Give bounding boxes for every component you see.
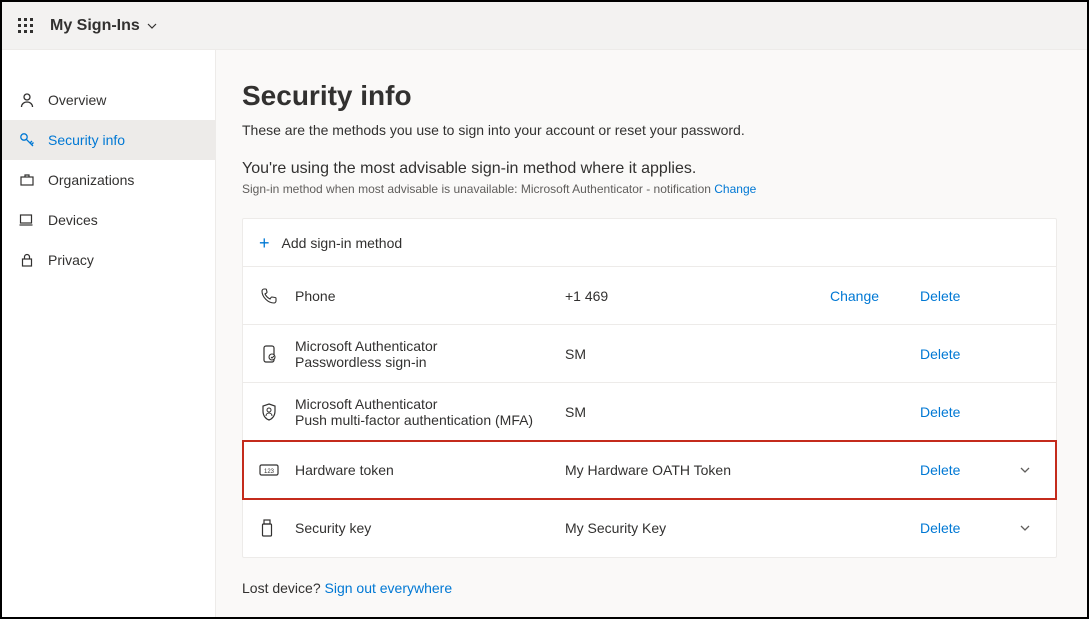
sign-out-everywhere-link[interactable]: Sign out everywhere [325,580,453,596]
advisable-subtitle: Sign-in method when most advisable is un… [242,182,1057,196]
sidebar-item-security-info[interactable]: Security info [2,120,215,160]
sidebar-item-organizations[interactable]: Organizations [2,160,215,200]
method-name: Phone [295,288,565,304]
method-value: SM [565,346,830,362]
usb-key-icon [259,518,295,538]
chevron-down-icon [146,20,158,32]
add-sign-in-method-button[interactable]: + Add sign-in method [243,219,1056,267]
delete-link[interactable]: Delete [920,462,960,478]
delete-link[interactable]: Delete [920,346,960,362]
top-header: My Sign-Ins [2,2,1087,50]
delete-link[interactable]: Delete [920,404,960,420]
change-link[interactable]: Change [830,288,879,304]
method-name: Security key [295,520,565,536]
page-subtitle: These are the methods you use to sign in… [242,122,1057,138]
method-row-hardware-token: 123 Hardware token My Hardware OATH Toke… [243,441,1056,499]
authenticator-icon [259,344,295,364]
method-value: SM [565,404,830,420]
sidebar: Overview Security info Organizations Dev… [2,50,216,617]
method-name: Hardware token [295,462,565,478]
delete-link[interactable]: Delete [920,288,960,304]
method-row-phone: Phone +1 469 Change Delete [243,267,1056,325]
add-method-label: Add sign-in method [282,235,403,251]
sidebar-item-label: Overview [48,92,106,108]
sidebar-item-privacy[interactable]: Privacy [2,240,215,280]
chevron-down-icon [1018,521,1032,535]
delete-link[interactable]: Delete [920,520,960,536]
svg-text:123: 123 [264,469,275,475]
sidebar-item-overview[interactable]: Overview [2,80,215,120]
main-content: Security info These are the methods you … [216,50,1087,617]
app-title-text: My Sign-Ins [50,17,140,35]
authenticator-shield-icon [259,402,295,422]
person-icon [18,91,36,109]
advisable-title: You're using the most advisable sign-in … [242,160,1057,178]
expand-chevron[interactable] [1010,521,1040,535]
key-icon [18,131,36,149]
sidebar-item-label: Privacy [48,252,94,268]
phone-icon [259,286,295,306]
sidebar-item-label: Devices [48,212,98,228]
expand-chevron[interactable] [1010,463,1040,477]
method-value: +1 469 [565,288,830,304]
lost-device-text: Lost device? Sign out everywhere [242,580,1057,596]
method-value: My Hardware OATH Token [565,462,830,478]
hardware-token-icon: 123 [259,462,295,478]
plus-icon: + [259,234,270,252]
method-row-authenticator-push: Microsoft Authenticator Push multi-facto… [243,383,1056,441]
chevron-down-icon [1018,463,1032,477]
method-row-security-key: Security key My Security Key Delete [243,499,1056,557]
devices-icon [18,211,36,229]
method-name: Microsoft Authenticator Push multi-facto… [295,396,565,428]
lock-icon [18,251,36,269]
methods-card: + Add sign-in method Phone +1 469 Change… [242,218,1057,558]
sidebar-item-label: Organizations [48,172,134,188]
sidebar-item-devices[interactable]: Devices [2,200,215,240]
change-default-link[interactable]: Change [714,182,756,196]
page-title: Security info [242,80,1057,112]
method-name: Microsoft Authenticator Passwordless sig… [295,338,565,370]
app-title-dropdown[interactable]: My Sign-Ins [50,17,158,35]
method-value: My Security Key [565,520,830,536]
briefcase-icon [18,171,36,189]
method-row-authenticator-passwordless: Microsoft Authenticator Passwordless sig… [243,325,1056,383]
waffle-icon[interactable] [18,18,34,34]
sidebar-item-label: Security info [48,132,125,148]
advisable-subtitle-text: Sign-in method when most advisable is un… [242,182,714,196]
